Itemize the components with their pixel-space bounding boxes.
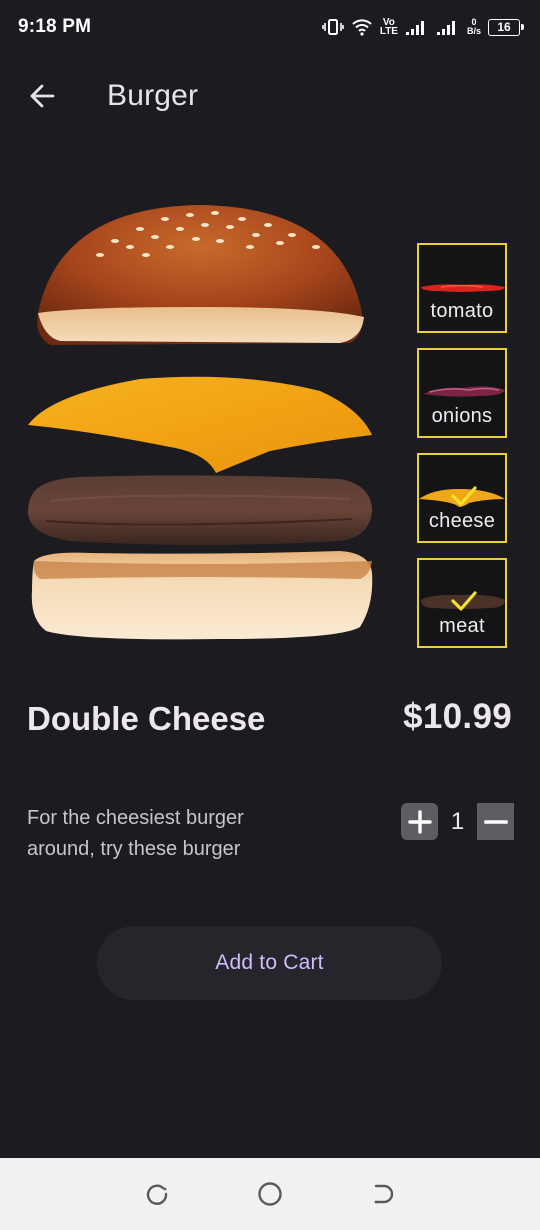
data-rate: 0 B/s <box>467 18 481 36</box>
decrease-quantity-button[interactable] <box>477 803 514 840</box>
burger-stack <box>20 195 380 655</box>
product-price: $10.99 <box>403 697 512 736</box>
back-nav-button[interactable] <box>363 1174 403 1214</box>
ingredient-label: onions <box>431 405 493 427</box>
volte-bottom-text: LTE <box>379 26 398 37</box>
ingredient-label: cheese <box>428 510 496 532</box>
cheese-image <box>28 376 372 473</box>
wifi-icon <box>351 18 373 36</box>
quantity-value: 1 <box>450 807 465 835</box>
top-bun-image <box>37 205 364 345</box>
ingredient-toggle-tomato[interactable]: tomato <box>417 243 507 333</box>
app-bar: Burger <box>0 62 540 130</box>
system-nav-bar <box>0 1158 540 1230</box>
home-icon <box>258 1182 282 1206</box>
check-icon <box>451 486 477 506</box>
add-to-cart-button[interactable]: Add to Cart <box>97 926 442 1000</box>
tomato-thumbnail <box>421 284 505 292</box>
arrow-back-icon <box>30 84 55 108</box>
quantity-stepper: 1 <box>401 803 514 840</box>
check-icon <box>451 591 477 611</box>
status-bar: 9:18 PM Vo LTE 0 B/s 16 <box>0 0 540 54</box>
status-time: 9:18 PM <box>18 16 92 37</box>
home-button[interactable] <box>250 1174 290 1214</box>
ingredient-label: meat <box>439 615 485 637</box>
page-title: Burger <box>107 79 199 112</box>
data-rate-unit: B/s <box>466 26 481 36</box>
recent-apps-icon <box>146 1184 167 1205</box>
bottom-bun-image <box>31 551 373 640</box>
recent-apps-button[interactable] <box>137 1174 177 1214</box>
vibrate-icon <box>322 18 344 36</box>
back-icon <box>374 1184 394 1204</box>
ingredient-toggle-meat[interactable]: meat <box>417 558 507 648</box>
increase-quantity-button[interactable] <box>401 803 438 840</box>
battery-icon: 16 <box>488 18 524 36</box>
signal-icon <box>405 18 429 36</box>
product-name: Double Cheese <box>27 700 266 737</box>
ingredient-toggle-onions[interactable]: onions <box>417 348 507 438</box>
product-description: For the cheesiest burger around, try the… <box>27 807 244 860</box>
onions-thumbnail <box>423 386 505 397</box>
minus-icon <box>483 819 508 824</box>
volte-indicator: Vo LTE <box>379 18 398 37</box>
ingredient-label: tomato <box>430 300 494 322</box>
meat-image <box>28 475 372 545</box>
battery-level: 16 <box>497 20 511 34</box>
status-icons: Vo LTE 0 B/s 16 <box>322 18 524 37</box>
ingredient-toggle-cheese[interactable]: cheese <box>417 453 507 543</box>
back-button[interactable] <box>14 68 70 124</box>
plus-icon <box>407 809 432 834</box>
signal-icon-2 <box>436 18 460 36</box>
